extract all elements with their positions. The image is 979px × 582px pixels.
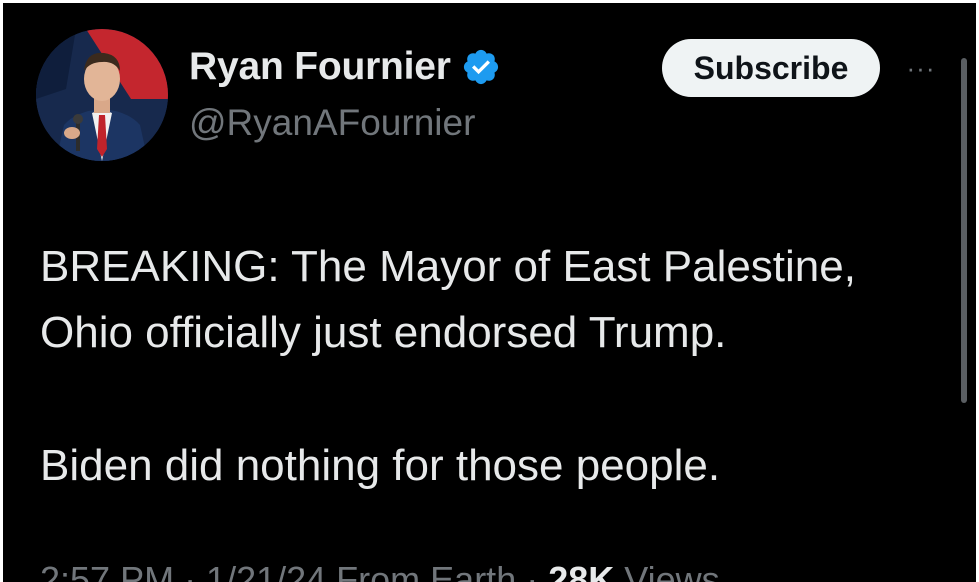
more-options-icon[interactable]: ··· — [901, 53, 941, 83]
views-label: Views — [624, 559, 720, 582]
tweet-text-line-2: Ohio officially just endorsed Trump. — [40, 308, 727, 357]
tweet-timestamp[interactable]: 2:57 PM · 1/21/24 From Earth · — [40, 559, 538, 582]
author-avatar[interactable] — [36, 29, 168, 161]
author-handle[interactable]: @RyanAFournier — [189, 102, 475, 144]
scrollbar[interactable] — [961, 58, 967, 403]
tweet-screenshot: Ryan Fournier @RyanAFournier Subscribe ·… — [3, 3, 976, 582]
tweet-text-line-3: Biden did nothing for those people. — [40, 441, 721, 490]
author-name-row: Ryan Fournier — [189, 43, 501, 91]
tweet-text-line-1: BREAKING: The Mayor of East Palestine, — [40, 242, 856, 291]
tweet-meta: 2:57 PM · 1/21/24 From Earth · 28K Views — [40, 559, 720, 582]
verified-badge-icon[interactable] — [461, 47, 501, 87]
views-count: 28K — [548, 559, 615, 582]
author-display-name[interactable]: Ryan Fournier — [189, 45, 451, 89]
subscribe-button[interactable]: Subscribe — [662, 39, 880, 97]
avatar-image — [36, 29, 168, 161]
